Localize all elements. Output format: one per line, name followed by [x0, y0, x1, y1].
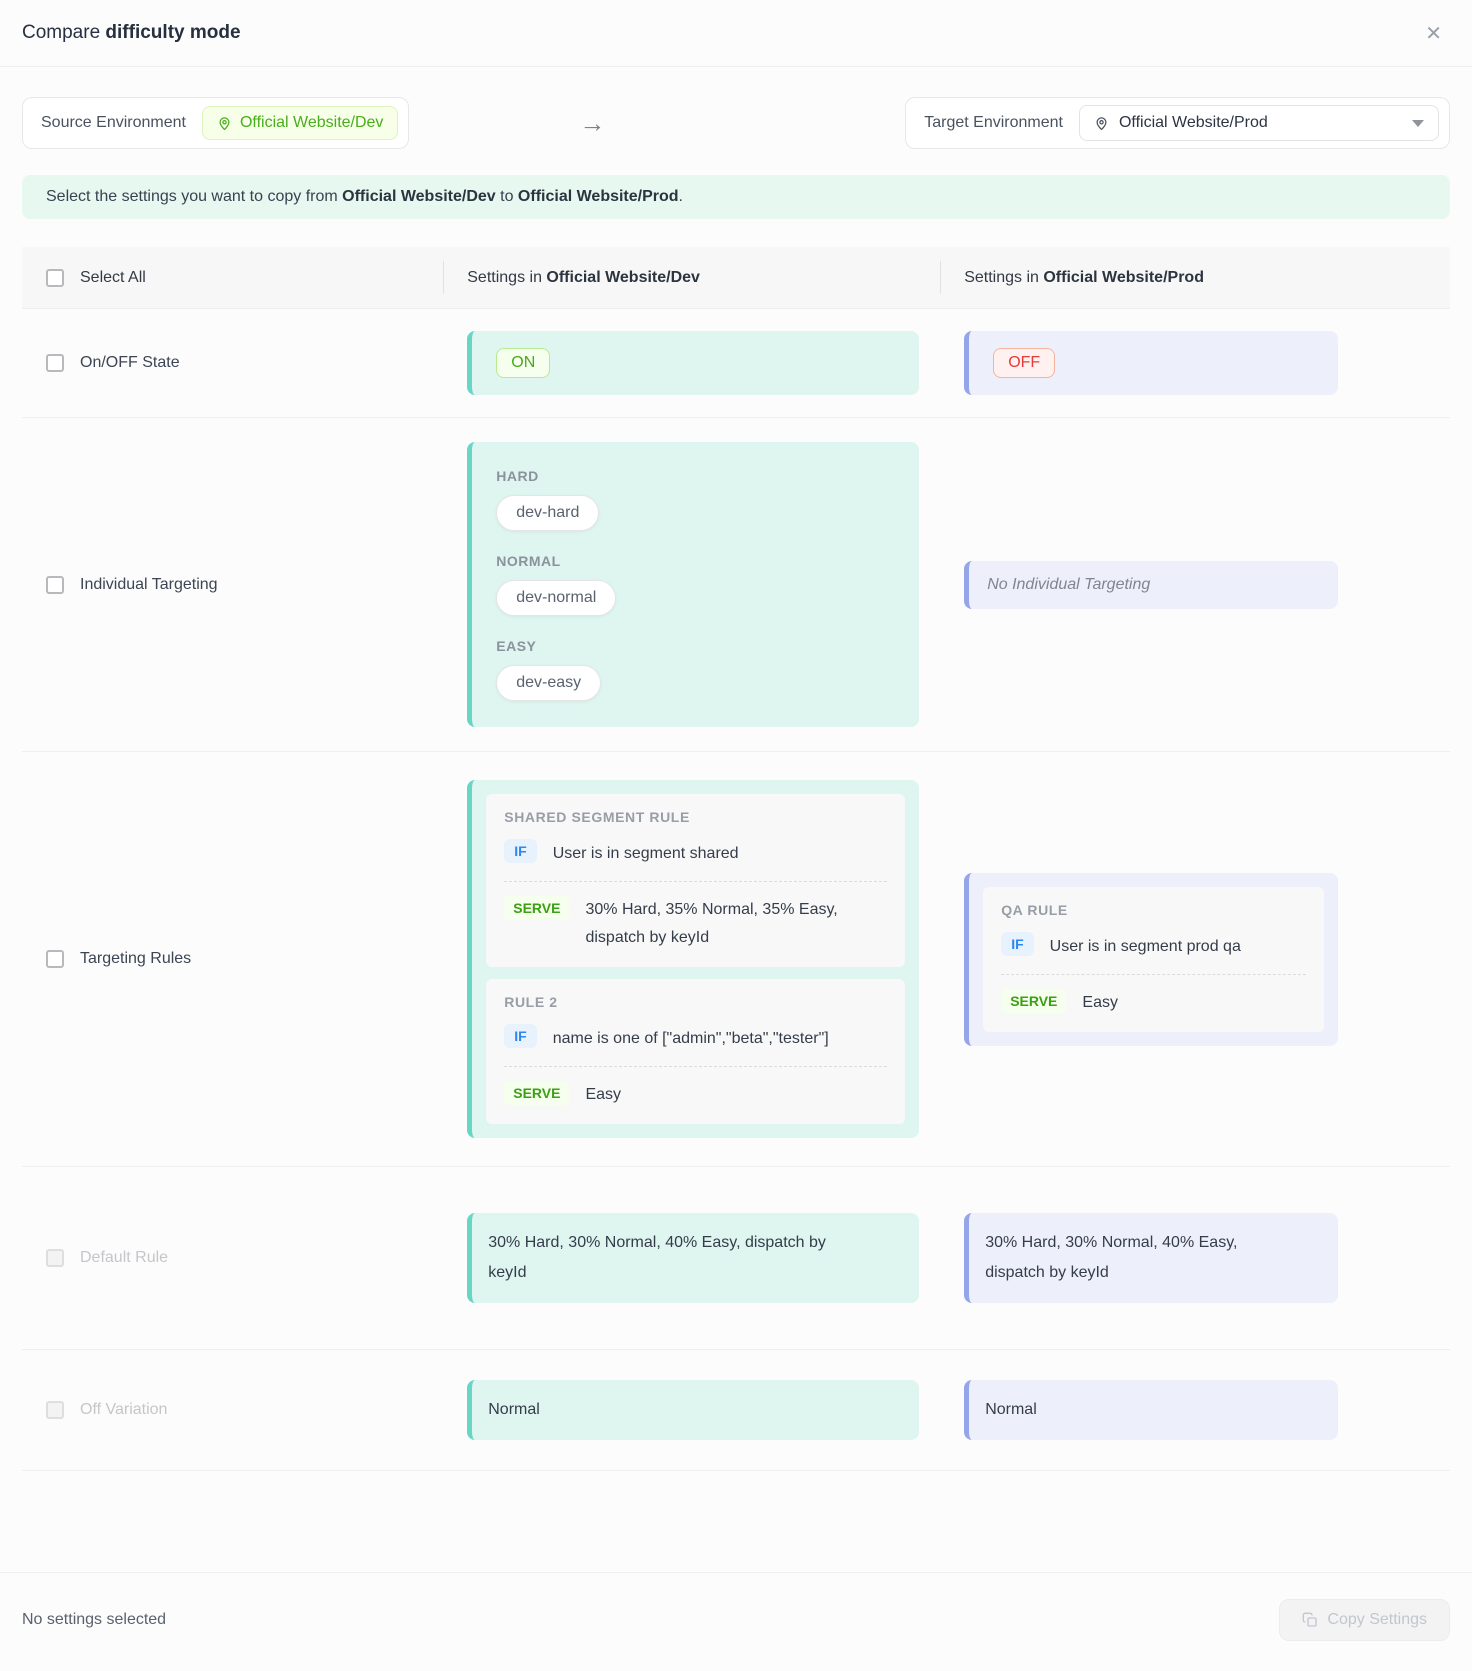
table-row-individual-targeting: Individual Targeting HARD dev-hard NORMA…	[22, 418, 1450, 752]
table-row-onoff-state: On/OFF State ON OFF	[22, 309, 1450, 418]
variation-name: EASY	[496, 638, 895, 654]
dev-targeting-rules-panel: SHARED SEGMENT RULE IF User is in segmen…	[467, 780, 919, 1138]
rule-card: QA RULE IF User is in segment prod qa SE…	[983, 887, 1324, 1032]
serve-badge: SERVE	[504, 1081, 569, 1105]
serve-badge: SERVE	[1001, 989, 1066, 1013]
onoff-state-label: On/OFF State	[80, 354, 180, 372]
copy-settings-button[interactable]: Copy Settings	[1279, 1599, 1450, 1641]
variation-section: EASY dev-easy	[496, 638, 895, 701]
table-header-row: Select All Settings in Official Website/…	[22, 247, 1450, 309]
target-environment-name: Official Website/Prod	[1119, 114, 1394, 132]
targeting-rules-checkbox[interactable]	[46, 950, 64, 968]
rule-card: RULE 2 IF name is one of ["admin","beta"…	[486, 979, 905, 1124]
dialog-body: Source Environment Official Website/Dev …	[0, 67, 1472, 1542]
dev-default-rule-panel: 30% Hard, 30% Normal, 40% Easy, dispatch…	[467, 1213, 919, 1303]
copy-settings-label: Copy Settings	[1327, 1611, 1427, 1629]
table-row-targeting-rules: Targeting Rules SHARED SEGMENT RULE IF U…	[22, 752, 1450, 1167]
rule-condition: User is in segment shared	[553, 839, 739, 867]
arrow-right-icon: →	[579, 108, 735, 139]
location-pin-icon	[217, 116, 232, 131]
off-state-badge: OFF	[993, 348, 1055, 378]
select-all-label: Select All	[80, 269, 146, 287]
default-rule-checkbox	[46, 1249, 64, 1267]
dialog-title: Compare difficulty mode	[22, 22, 241, 44]
targeted-user-pill: dev-hard	[496, 495, 599, 531]
targeted-user-pill: dev-easy	[496, 665, 601, 701]
targeting-rules-label: Targeting Rules	[80, 950, 191, 968]
rule-card: SHARED SEGMENT RULE IF User is in segmen…	[486, 794, 905, 967]
select-all-checkbox[interactable]	[46, 269, 64, 287]
info-banner-text: Select the settings you want to copy fro…	[46, 188, 342, 205]
table-row-off-variation: Off Variation Normal Normal	[22, 1350, 1450, 1471]
if-badge: IF	[1001, 932, 1033, 956]
target-environment-box: Target Environment Official Website/Prod	[905, 97, 1450, 149]
if-badge: IF	[504, 839, 536, 863]
onoff-state-checkbox[interactable]	[46, 354, 64, 372]
close-icon[interactable]: ✕	[1419, 22, 1448, 46]
info-banner-suffix: .	[679, 188, 683, 205]
rule-condition: User is in segment prod qa	[1050, 932, 1241, 960]
off-variation-checkbox	[46, 1401, 64, 1419]
source-environment-box: Source Environment Official Website/Dev	[22, 97, 409, 149]
variation-name: NORMAL	[496, 553, 895, 569]
rule-title: QA RULE	[1001, 902, 1306, 918]
dialog-footer: No settings selected Copy Settings	[0, 1572, 1472, 1671]
environment-row: Source Environment Official Website/Dev …	[22, 97, 1450, 149]
dialog-title-prefix: Compare	[22, 22, 105, 43]
off-variation-value: Normal	[488, 1395, 903, 1425]
divider	[504, 881, 887, 882]
flag-name: difficulty mode	[105, 22, 240, 43]
info-banner-source-env: Official Website/Dev	[342, 188, 496, 205]
settings-compare-table: Select All Settings in Official Website/…	[22, 247, 1450, 1471]
dev-off-variation-panel: Normal	[467, 1380, 919, 1440]
copy-icon	[1302, 1612, 1318, 1628]
variation-section: HARD dev-hard	[496, 468, 895, 531]
on-state-badge: ON	[496, 348, 550, 378]
dialog-header: Compare difficulty mode ✕	[0, 0, 1472, 67]
off-variation-value: Normal	[985, 1395, 1322, 1425]
prod-onoff-panel: OFF	[964, 331, 1338, 395]
prod-settings-header: Settings in Official Website/Prod	[964, 269, 1338, 287]
location-pin-icon	[1094, 116, 1109, 131]
rule-serve-value: Easy	[1082, 989, 1118, 1017]
variation-section: NORMAL dev-normal	[496, 553, 895, 616]
rule-serve-value: Easy	[585, 1081, 621, 1109]
targeted-user-pill: dev-normal	[496, 580, 616, 616]
default-rule-value: 30% Hard, 30% Normal, 40% Easy, dispatch…	[488, 1228, 848, 1288]
target-environment-select[interactable]: Official Website/Prod	[1079, 105, 1439, 141]
info-banner-target-env: Official Website/Prod	[518, 188, 679, 205]
table-row-default-rule: Default Rule 30% Hard, 30% Normal, 40% E…	[22, 1167, 1450, 1350]
variation-name: HARD	[496, 468, 895, 484]
divider	[1001, 974, 1306, 975]
rule-title: RULE 2	[504, 994, 887, 1010]
source-environment-value: Official Website/Dev	[202, 106, 398, 140]
source-environment-label: Source Environment	[41, 114, 186, 132]
info-banner-middle: to	[496, 188, 518, 205]
prod-individual-targeting-empty: No Individual Targeting	[964, 561, 1338, 609]
prod-off-variation-panel: Normal	[964, 1380, 1338, 1440]
default-rule-value: 30% Hard, 30% Normal, 40% Easy, dispatch…	[985, 1228, 1285, 1288]
if-badge: IF	[504, 1024, 536, 1048]
individual-targeting-checkbox[interactable]	[46, 576, 64, 594]
divider	[504, 1066, 887, 1067]
dev-onoff-panel: ON	[467, 331, 919, 395]
rule-serve-value: 30% Hard, 35% Normal, 35% Easy, dispatch…	[585, 896, 857, 952]
serve-badge: SERVE	[504, 896, 569, 920]
target-environment-label: Target Environment	[924, 114, 1063, 132]
info-banner: Select the settings you want to copy fro…	[22, 175, 1450, 219]
chevron-down-icon	[1412, 120, 1424, 127]
source-environment-name: Official Website/Dev	[240, 114, 383, 132]
rule-title: SHARED SEGMENT RULE	[504, 809, 887, 825]
selection-status: No settings selected	[22, 1611, 166, 1629]
rule-condition: name is one of ["admin","beta","tester"]	[553, 1024, 829, 1052]
default-rule-label: Default Rule	[80, 1249, 168, 1267]
dev-individual-targeting-panel: HARD dev-hard NORMAL dev-normal EASY dev…	[467, 442, 919, 727]
individual-targeting-label: Individual Targeting	[80, 576, 218, 594]
prod-targeting-rules-panel: QA RULE IF User is in segment prod qa SE…	[964, 873, 1338, 1046]
prod-default-rule-panel: 30% Hard, 30% Normal, 40% Easy, dispatch…	[964, 1213, 1338, 1303]
compare-settings-dialog: Compare difficulty mode ✕ Source Environ…	[0, 0, 1472, 1671]
dev-settings-header: Settings in Official Website/Dev	[467, 269, 919, 287]
off-variation-label: Off Variation	[80, 1401, 167, 1419]
